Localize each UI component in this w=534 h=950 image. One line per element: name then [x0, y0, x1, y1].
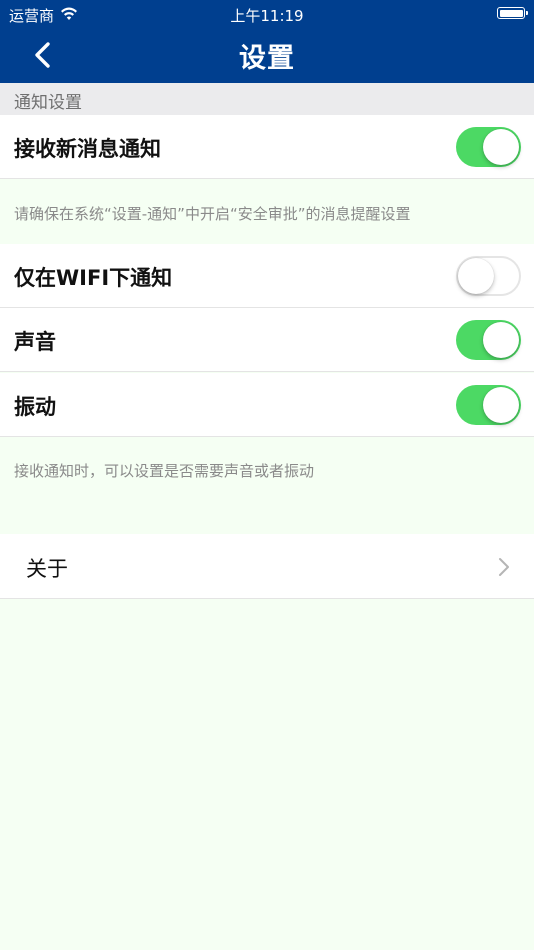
about-label: 关于 [26, 557, 68, 581]
navigation-bar: 设置 [0, 28, 534, 83]
status-time: 上午11:19 [230, 7, 304, 25]
battery-icon [497, 7, 528, 19]
sound-vibrate-hint-text: 接收通知时，可以设置是否需要声音或者振动 [14, 462, 315, 480]
status-bar: 运营商 上午11:19 [0, 0, 534, 28]
about-row[interactable]: 关于 [0, 534, 534, 599]
sound-row: 声音 [0, 308, 534, 372]
vibrate-row: 振动 [0, 373, 534, 437]
chevron-right-icon [499, 558, 509, 576]
sound-toggle[interactable] [456, 320, 521, 360]
section-header-notifications: 通知设置 [0, 83, 534, 115]
system-settings-hint-text: 请确保在系统“设置-通知”中开启“安全审批”的消息提醒设置 [14, 205, 411, 223]
sound-label: 声音 [14, 330, 56, 354]
vibrate-toggle[interactable] [456, 385, 521, 425]
wifi-only-row: 仅在WIFI下通知 [0, 244, 534, 308]
vibrate-label: 振动 [14, 395, 56, 419]
system-settings-hint: 请确保在系统“设置-通知”中开启“安全审批”的消息提醒设置 [0, 179, 534, 244]
wifi-only-toggle[interactable] [456, 256, 521, 296]
toggle-knob [483, 322, 519, 358]
toggle-knob [483, 129, 519, 165]
sound-vibrate-hint: 接收通知时，可以设置是否需要声音或者振动 [0, 437, 534, 534]
receive-notifications-toggle[interactable] [456, 127, 521, 167]
page-title: 设置 [239, 43, 295, 74]
toggle-knob [483, 387, 519, 423]
receive-notifications-row: 接收新消息通知 [0, 115, 534, 179]
section-header-label: 通知设置 [14, 93, 82, 113]
toggle-knob [458, 258, 494, 294]
wifi-only-label: 仅在WIFI下通知 [14, 266, 173, 290]
receive-notifications-label: 接收新消息通知 [14, 137, 161, 161]
